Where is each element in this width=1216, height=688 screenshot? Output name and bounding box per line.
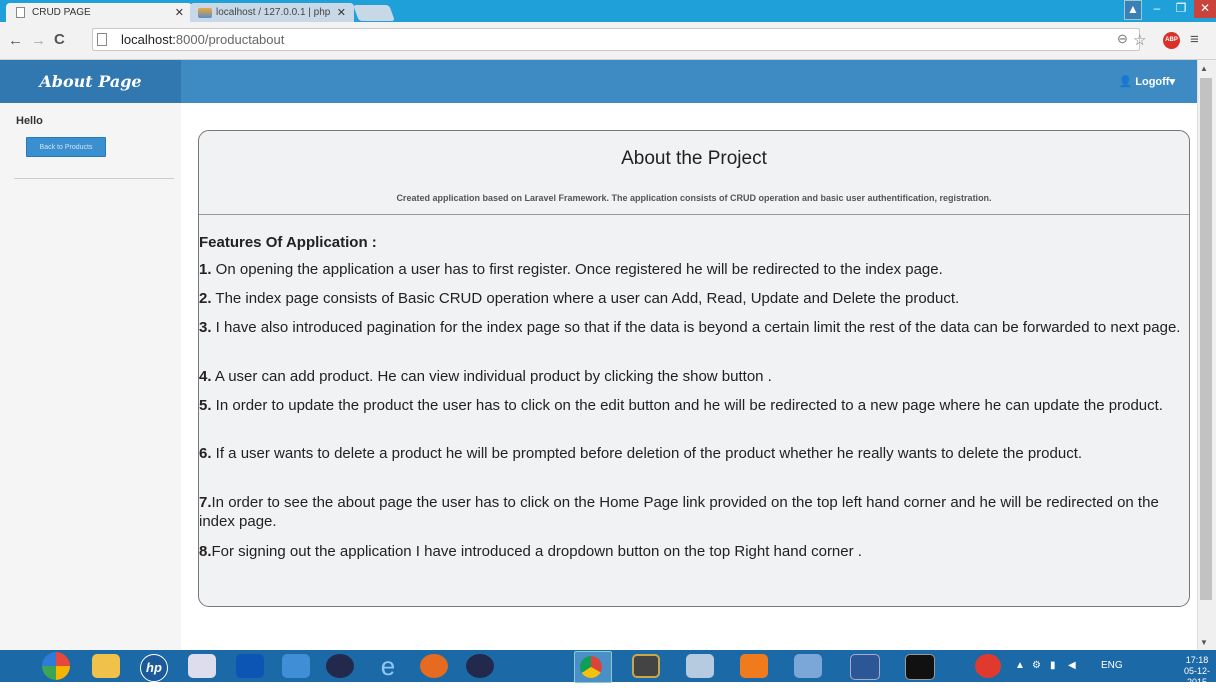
- signal-icon[interactable]: ▮: [1050, 660, 1056, 671]
- clock-time: 17:18: [1185, 655, 1209, 665]
- reload-icon[interactable]: C: [54, 31, 65, 48]
- shark-app-icon[interactable]: [236, 654, 264, 678]
- clock-date: 05-12-2015: [1183, 666, 1210, 687]
- feature-item: 5. In order to update the product the us…: [199, 396, 1185, 415]
- feature-item: 6. If a user wants to delete a product h…: [199, 444, 1185, 463]
- back-to-products-button[interactable]: Back to Products: [26, 137, 106, 157]
- user-icon[interactable]: ▲: [1124, 0, 1142, 20]
- url-path: 8000/productabout: [175, 32, 285, 47]
- media-player-icon[interactable]: [282, 654, 310, 678]
- language-indicator[interactable]: ENG: [1101, 660, 1123, 671]
- page-title: About the Project: [621, 148, 767, 169]
- feature-item: 3. I have also introduced pagination for…: [199, 318, 1185, 337]
- hello-text: Hello: [16, 115, 43, 127]
- address-bar[interactable]: localhost:8000/productabout: [92, 28, 1140, 51]
- feature-number: 1.: [199, 261, 212, 278]
- eclipse-icon[interactable]: [326, 654, 354, 678]
- start-button-icon[interactable]: [42, 652, 70, 680]
- scroll-up-icon[interactable]: ▲: [1200, 64, 1208, 73]
- tab-label: localhost / 127.0.0.1 | php: [216, 7, 331, 18]
- feature-number: 6.: [199, 445, 212, 462]
- forward-arrow-icon[interactable]: →: [31, 32, 46, 49]
- clock[interactable]: 17:18 05-12-2015: [1178, 655, 1216, 688]
- feature-number: 8.: [199, 543, 212, 560]
- firefox-icon[interactable]: [420, 654, 448, 678]
- tab-crud-page[interactable]: CRUD PAGE ✕: [6, 3, 192, 22]
- feature-number: 2.: [199, 290, 212, 307]
- file-explorer-icon[interactable]: [92, 654, 120, 678]
- feature-text: The index page consists of Basic CRUD op…: [211, 290, 960, 307]
- caret-down-icon: ▾: [1169, 76, 1175, 88]
- back-arrow-icon[interactable]: ←: [8, 32, 23, 49]
- phpstorm-icon[interactable]: [794, 654, 822, 678]
- show-hidden-icons-icon[interactable]: ▲: [1015, 660, 1025, 671]
- volume-icon[interactable]: ◀: [1068, 660, 1076, 671]
- xampp-icon[interactable]: [740, 654, 768, 678]
- close-window-button[interactable]: ✕: [1194, 0, 1216, 18]
- feature-text: In order to update the product the user …: [211, 397, 1163, 414]
- sublime-text-icon[interactable]: [632, 654, 660, 678]
- feature-number: 4.: [199, 368, 212, 385]
- feature-text: If a user wants to delete a product he w…: [211, 445, 1083, 462]
- top-navbar: 👤 Logoff▾: [181, 60, 1197, 103]
- feature-number: 3.: [199, 319, 212, 336]
- eclipse-2-icon[interactable]: [466, 654, 494, 678]
- feature-text: For signing out the application I have i…: [211, 543, 862, 560]
- hp-icon[interactable]: hp: [140, 654, 168, 682]
- features-heading: Features Of Application :: [199, 234, 377, 251]
- sidebar-divider: [14, 178, 174, 179]
- logoff-label: Logoff: [1135, 76, 1170, 88]
- snipping-tool-icon[interactable]: [188, 654, 216, 678]
- scrollbar-thumb[interactable]: [1200, 78, 1212, 600]
- logoff-dropdown[interactable]: 👤 Logoff▾: [1119, 75, 1176, 88]
- about-panel: About the Project Created application ba…: [198, 130, 1190, 607]
- url-host: localhost:: [121, 32, 176, 47]
- feature-item: 1. On opening the application a user has…: [199, 260, 1185, 279]
- brand-title[interactable]: About Page: [0, 60, 181, 103]
- feature-item: 4. A user can add product. He can view i…: [199, 367, 1185, 386]
- network-icon[interactable]: ⚙: [1032, 660, 1041, 671]
- minimize-button[interactable]: –: [1146, 0, 1168, 18]
- adblock-icon[interactable]: ABP: [1163, 32, 1180, 49]
- zoom-icon[interactable]: ⊖: [1117, 31, 1128, 47]
- bookmark-star-icon[interactable]: ☆: [1133, 31, 1146, 49]
- phpmyadmin-icon: [198, 8, 212, 18]
- feature-item: 7.In order to see the about page the use…: [199, 493, 1185, 531]
- user-icon: 👤: [1118, 76, 1133, 88]
- scroll-down-icon[interactable]: ▼: [1200, 638, 1208, 647]
- close-icon[interactable]: ✕: [175, 6, 184, 19]
- tab-label: CRUD PAGE: [32, 7, 91, 18]
- feature-item: 2. The index page consists of Basic CRUD…: [199, 289, 1185, 308]
- feature-number: 5.: [199, 397, 212, 414]
- feature-text: On opening the application a user has to…: [211, 261, 943, 278]
- page-icon: [97, 33, 107, 46]
- feature-text: I have also introduced pagination for th…: [211, 319, 1181, 336]
- alert-icon[interactable]: [975, 654, 1001, 678]
- command-prompt-icon[interactable]: [905, 654, 935, 680]
- word-icon[interactable]: [850, 654, 880, 680]
- feature-item: 8.For signing out the application I have…: [199, 542, 1185, 561]
- close-icon[interactable]: ✕: [337, 6, 346, 19]
- new-tab-button[interactable]: [353, 5, 395, 21]
- panel-divider: [199, 214, 1189, 215]
- feature-text: A user can add product. He can view indi…: [211, 368, 772, 385]
- chrome-icon: [580, 656, 602, 678]
- menu-icon[interactable]: ≡: [1190, 31, 1199, 48]
- page-subtitle: Created application based on Laravel Fra…: [396, 193, 992, 203]
- remote-desktop-icon[interactable]: [686, 654, 714, 678]
- feature-text: In order to see the about page the user …: [199, 494, 1159, 530]
- feature-number: 7.: [199, 494, 212, 511]
- restore-button[interactable]: ❐: [1170, 0, 1192, 18]
- tab-phpmyadmin[interactable]: localhost / 127.0.0.1 | php ✕: [190, 3, 354, 22]
- page-icon: [16, 7, 25, 18]
- internet-explorer-icon[interactable]: e: [374, 653, 402, 679]
